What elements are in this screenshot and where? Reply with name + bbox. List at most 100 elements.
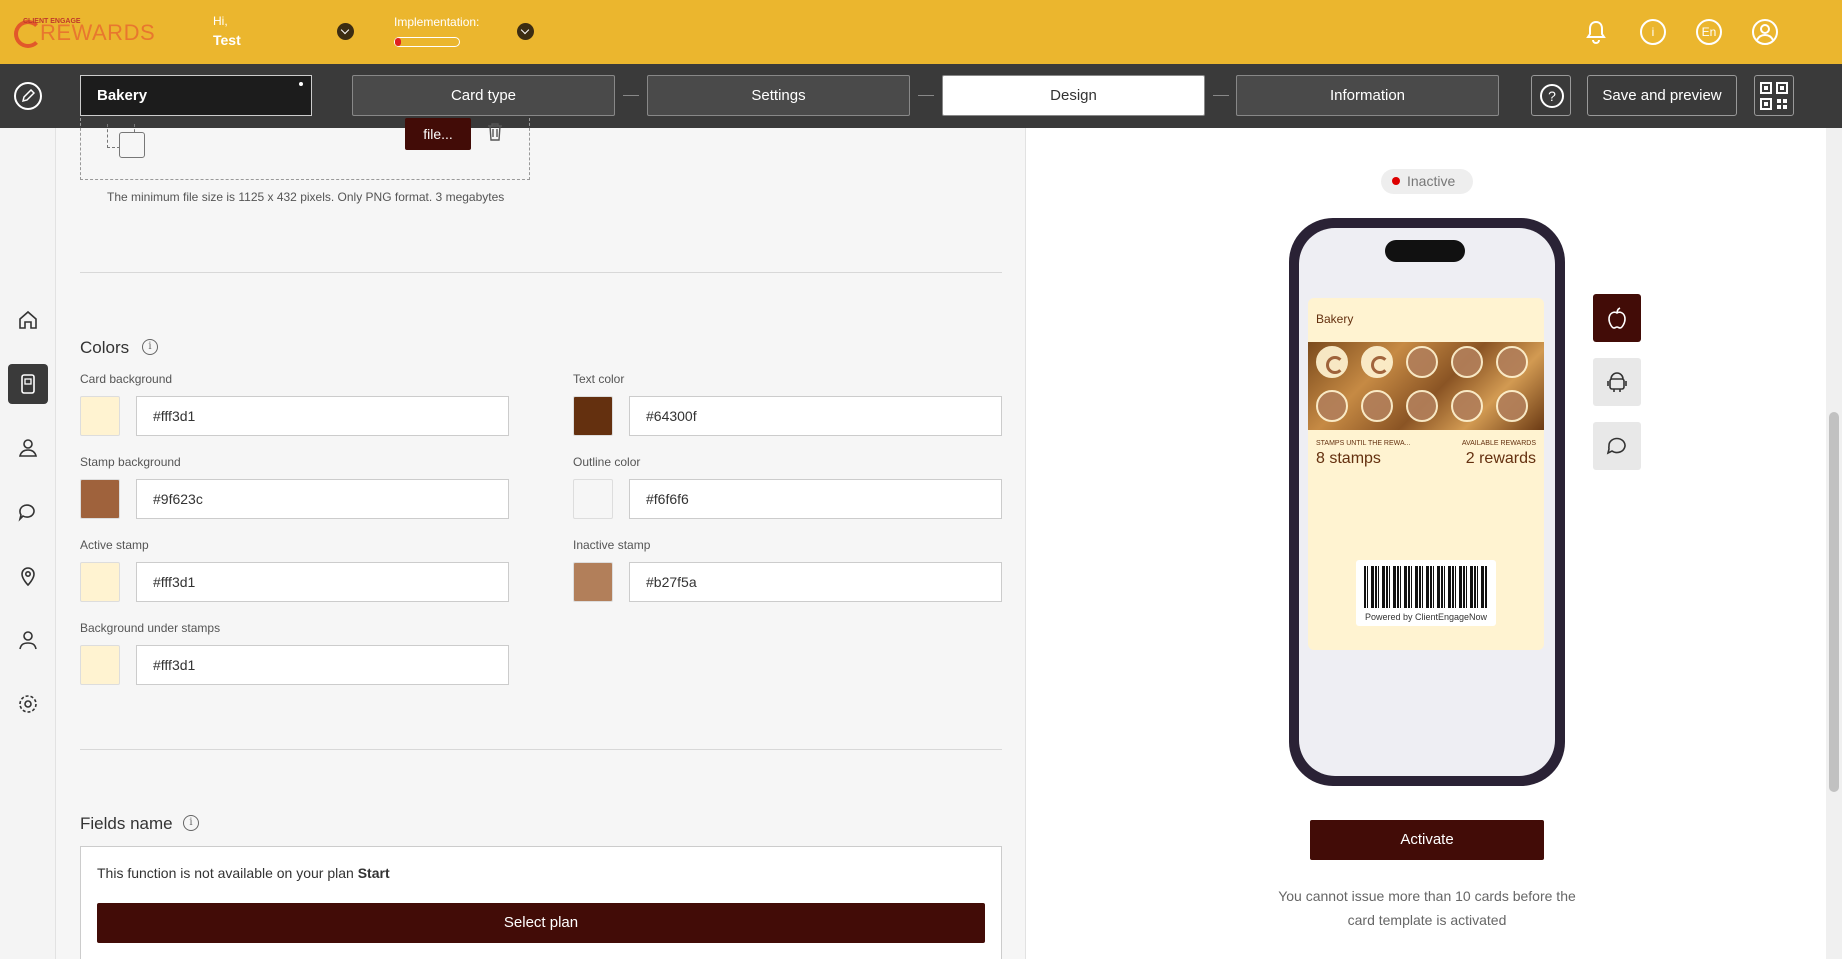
help-button[interactable]: ?	[1531, 75, 1571, 116]
outline-color-input[interactable]: #f6f6f6	[629, 479, 1002, 519]
card-background-swatch[interactable]	[80, 396, 120, 436]
outline-color-label: Outline color	[573, 455, 641, 469]
android-icon	[1607, 372, 1627, 392]
logo-text: REWARDS	[40, 20, 156, 45]
active-stamp-input[interactable]: #fff3d1	[136, 562, 509, 602]
question-icon: ?	[1540, 84, 1564, 108]
fields-name-info-icon[interactable]: i	[183, 815, 199, 831]
android-preview-button[interactable]	[1593, 358, 1641, 406]
active-stamp-swatch[interactable]	[80, 562, 120, 602]
qr-code-button[interactable]	[1754, 75, 1794, 116]
tab-card-type[interactable]: Card type	[352, 75, 615, 116]
required-dot	[299, 82, 303, 86]
chat-icon[interactable]	[8, 492, 48, 532]
upload-image-icon	[119, 132, 145, 158]
scrollbar[interactable]	[1826, 128, 1842, 959]
status-dot	[1392, 177, 1400, 185]
card-title: Bakery	[1316, 312, 1354, 326]
message-preview-button[interactable]	[1593, 422, 1641, 470]
outline-color-swatch[interactable]	[573, 479, 613, 519]
rewards-label: AVAILABLE REWARDS	[1461, 440, 1536, 447]
tab-information[interactable]: Information	[1236, 75, 1499, 116]
loyalty-card-preview: Bakery STAMPS UNTIL THE REWA... 8 stamps…	[1308, 298, 1544, 650]
edit-pencil-icon[interactable]	[14, 82, 42, 110]
trash-icon[interactable]	[487, 122, 503, 142]
message-icon	[1606, 437, 1626, 455]
barcode	[1364, 566, 1488, 608]
user-menu-chevron-icon[interactable]	[337, 23, 354, 40]
select-plan-button[interactable]: Select plan	[97, 903, 985, 943]
stamp-background-label: Stamp background	[80, 455, 181, 469]
top-bar: CLIENT ENGAGE REWARDS Hi, Test Implement…	[0, 0, 1842, 64]
bell-icon[interactable]	[1583, 19, 1609, 45]
tab-settings[interactable]: Settings	[647, 75, 910, 116]
text-color-label: Text color	[573, 372, 625, 386]
language-button[interactable]: En	[1696, 19, 1722, 45]
card-background-label: Card background	[80, 372, 173, 386]
stamp-inactive	[1406, 346, 1438, 378]
stamps-value: 8 stamps	[1316, 450, 1381, 467]
logo[interactable]: CLIENT ENGAGE REWARDS	[14, 18, 174, 48]
background-under-stamps-swatch[interactable]	[80, 645, 120, 685]
apple-preview-button[interactable]	[1593, 294, 1641, 342]
implementation-label: Implementation:	[394, 15, 480, 29]
stamp-inactive	[1361, 390, 1393, 422]
plan-name: Start	[357, 865, 390, 881]
apple-icon	[1608, 307, 1626, 329]
divider	[80, 272, 1002, 273]
choose-file-button[interactable]: file...	[405, 118, 471, 150]
profile-icon[interactable]	[1752, 19, 1778, 45]
image-upload-area[interactable]: file...	[80, 118, 530, 180]
divider	[80, 749, 1002, 750]
text-color-input[interactable]: #64300f	[629, 396, 1002, 436]
location-icon[interactable]	[8, 556, 48, 596]
info-icon[interactable]: i	[1640, 19, 1666, 45]
plan-restriction-box: This function is not available on your p…	[80, 846, 1002, 959]
stamp-background-swatch[interactable]	[80, 479, 120, 519]
inactive-stamp-input[interactable]: #b27f5a	[629, 562, 1002, 602]
status-text: Inactive	[1407, 173, 1456, 189]
stamps-label: STAMPS UNTIL THE REWA...	[1316, 440, 1411, 447]
greeting: Hi, Test	[213, 14, 241, 48]
stamp-inactive	[1451, 390, 1483, 422]
powered-by-text: Powered by ClientEngageNow	[1364, 612, 1488, 622]
home-icon[interactable]	[8, 300, 48, 340]
colors-title: Colors	[80, 338, 130, 357]
scroll-thumb[interactable]	[1829, 412, 1839, 792]
profile-icon[interactable]	[8, 620, 48, 660]
rewards-value: 2 rewards	[1465, 450, 1536, 467]
tab-design[interactable]: Design	[942, 75, 1205, 116]
template-name-field[interactable]: Bakery	[80, 75, 312, 116]
stamp-inactive	[1406, 390, 1438, 422]
activation-warning: You cannot issue more than 10 cards befo…	[1278, 888, 1576, 928]
language-label: En	[1701, 25, 1717, 39]
settings-icon[interactable]	[8, 684, 48, 724]
implementation-chevron-icon[interactable]	[517, 23, 534, 40]
users-icon[interactable]	[8, 428, 48, 468]
text-color-swatch[interactable]	[573, 396, 613, 436]
design-form: file... The minimum file size is 1125 x …	[56, 118, 1026, 959]
stamp-background-input[interactable]: #9f623c	[136, 479, 509, 519]
plan-message: This function is not available on your p…	[97, 865, 354, 881]
implementation-progress-fill	[395, 38, 402, 46]
sidebar	[0, 128, 56, 959]
plan-restriction-text: This function is not available on your p…	[97, 865, 390, 881]
card-background-input[interactable]: #fff3d1	[136, 396, 509, 436]
background-under-stamps-input[interactable]: #fff3d1	[136, 645, 509, 685]
save-and-preview-button[interactable]: Save and preview	[1587, 75, 1737, 116]
greeting-text: Hi,	[213, 14, 228, 28]
stamp-inactive	[1496, 390, 1528, 422]
stamp-active	[1316, 346, 1348, 378]
card-icon[interactable]	[8, 364, 48, 404]
inactive-stamp-swatch[interactable]	[573, 562, 613, 602]
implementation-progress-bar	[394, 37, 460, 47]
background-under-stamps-label: Background under stamps	[80, 621, 221, 635]
phone-mockup: Bakery STAMPS UNTIL THE REWA... 8 stamps…	[1289, 218, 1565, 786]
stamp-inactive	[1451, 346, 1483, 378]
phone-screen: Bakery STAMPS UNTIL THE REWA... 8 stamps…	[1299, 228, 1555, 776]
activate-button[interactable]: Activate	[1310, 820, 1544, 860]
step-separator	[623, 95, 639, 96]
colors-info-icon[interactable]: i	[142, 339, 158, 355]
template-name-text: Bakery	[97, 87, 148, 104]
active-stamp-label: Active stamp	[80, 538, 149, 552]
